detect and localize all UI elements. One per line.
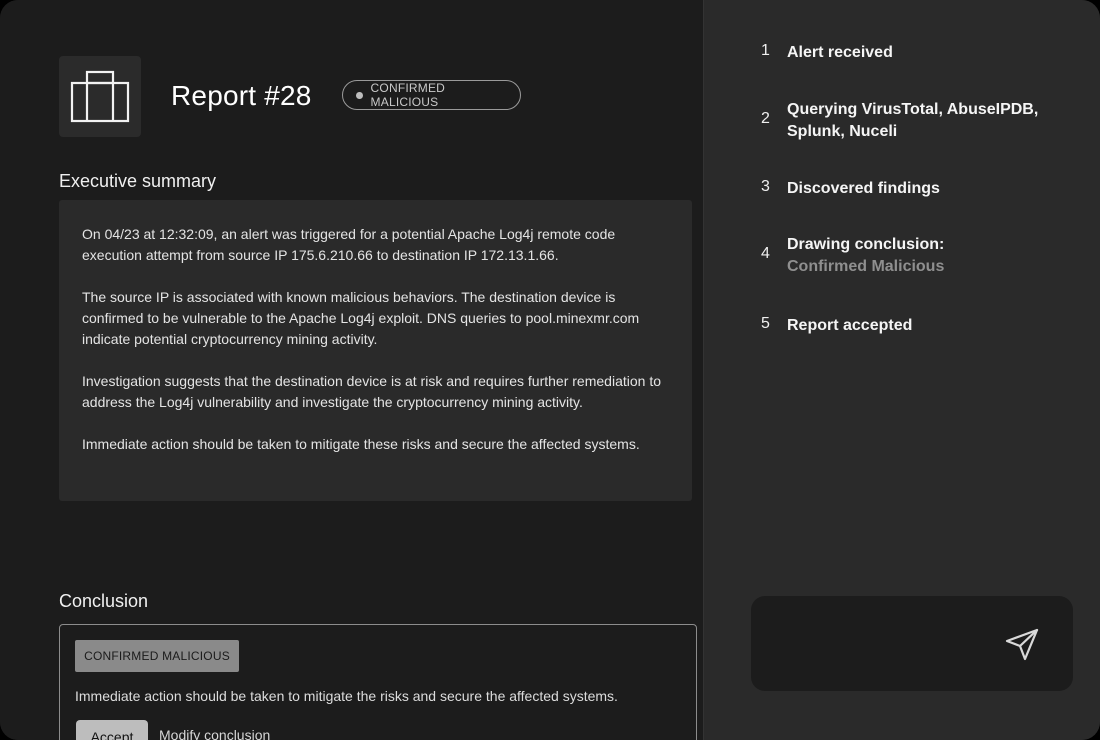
summary-paragraph: Immediate action should be taken to miti… (82, 436, 640, 452)
step-number: 2 (761, 110, 770, 127)
status-dot-icon (356, 91, 363, 99)
step-label: Drawing conclusion: (787, 236, 945, 253)
step-label: Report accepted (787, 317, 913, 334)
summary-paragraph: The source IP is associated with known m… (82, 289, 640, 347)
page-title: Report #28 (171, 80, 312, 111)
summary-box: On 04/23 at 12:32:09, an alert was trigg… (59, 200, 692, 501)
summary-paragraph: Investigation suggests that the destinat… (82, 373, 661, 410)
step-label: Alert received (787, 44, 893, 61)
send-icon[interactable] (1003, 626, 1041, 664)
step-number: 5 (761, 315, 770, 332)
step-number: 4 (761, 245, 770, 262)
accept-button[interactable]: Accept (76, 720, 148, 740)
chat-input-box[interactable] (751, 596, 1073, 691)
briefcase-icon (70, 70, 130, 123)
status-badge: CONFIRMED MALICIOUS (342, 80, 521, 110)
conclusion-tag: CONFIRMED MALICIOUS (75, 640, 239, 672)
conclusion-heading: Conclusion (59, 591, 149, 611)
app-window: Report #28 CONFIRMED MALICIOUS Executive… (0, 0, 1100, 740)
conclusion-box: CONFIRMED MALICIOUS Immediate action sho… (59, 624, 697, 740)
report-logo (59, 56, 141, 137)
step-number: 1 (761, 42, 770, 59)
modify-conclusion-link[interactable]: Modify conclusion (159, 727, 270, 740)
step-number: 3 (761, 178, 770, 195)
summary-paragraph: On 04/23 at 12:32:09, an alert was trigg… (82, 226, 616, 263)
step-label-block: Drawing conclusion: Confirmed Malicious (787, 234, 944, 278)
summary-heading: Executive summary (59, 171, 217, 191)
status-badge-label: CONFIRMED MALICIOUS (370, 81, 446, 109)
step-label: Discovered findings (787, 180, 940, 197)
conclusion-text: Immediate action should be taken to miti… (75, 688, 618, 704)
progress-panel: 1 Alert received 2 Querying VirusTotal, … (703, 0, 1100, 740)
report-panel: Report #28 CONFIRMED MALICIOUS Executive… (0, 0, 703, 740)
step-sublabel: Confirmed Malicious (787, 258, 945, 275)
step-label: Querying VirusTotal, AbuseIPDB, Splunk, … (787, 101, 1039, 140)
